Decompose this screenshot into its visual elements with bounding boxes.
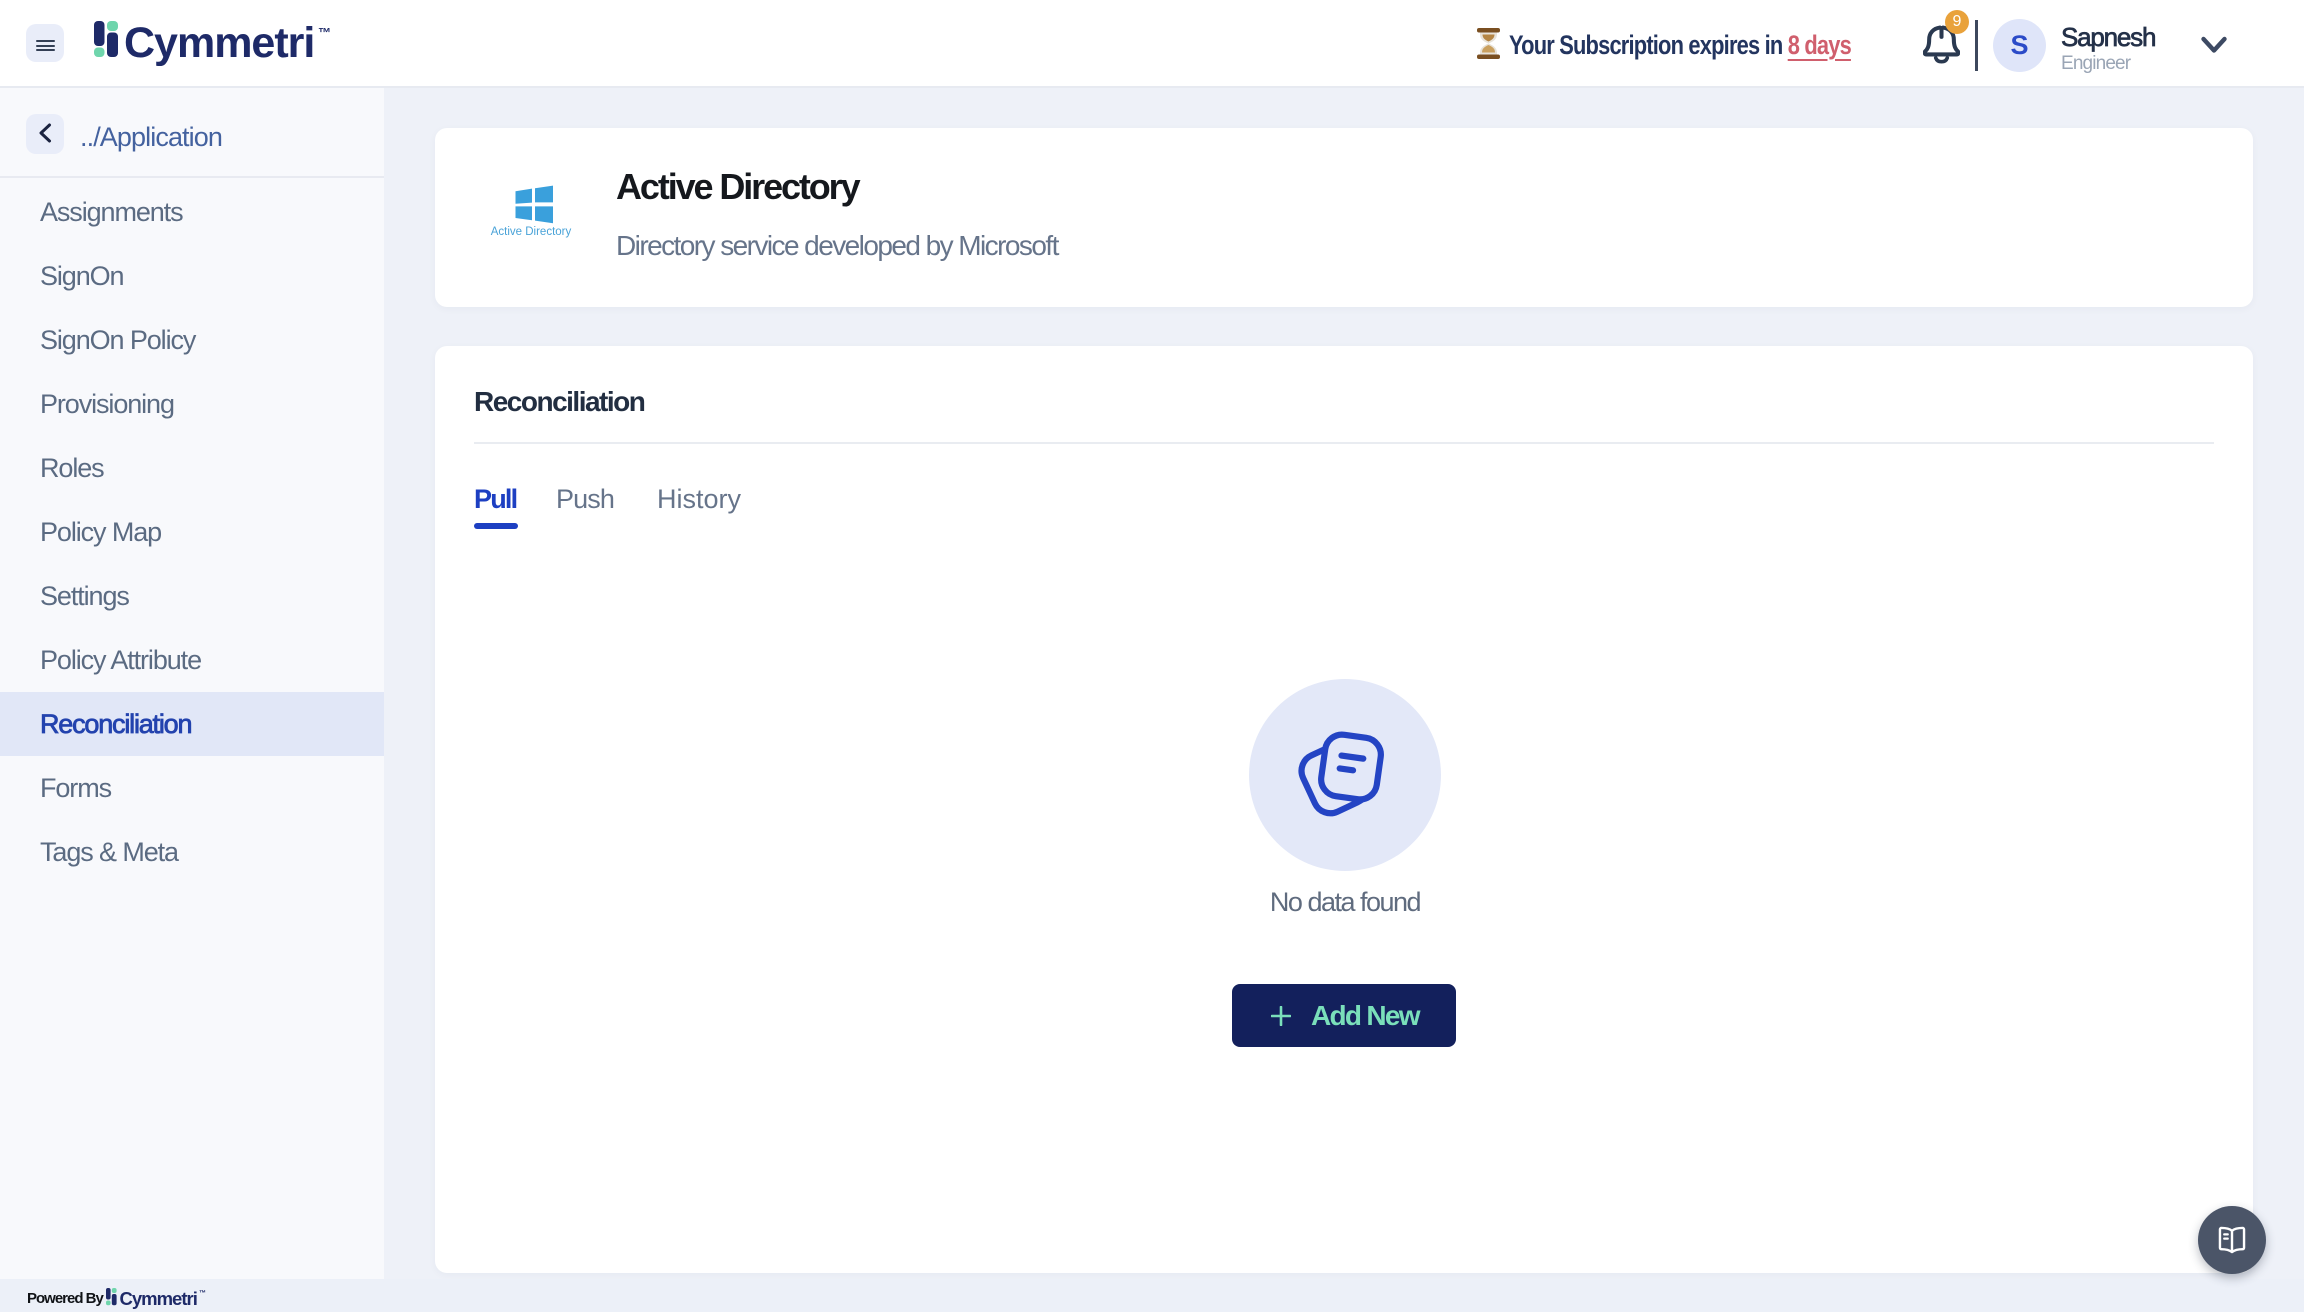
svg-text:Cymmetri: Cymmetri [120, 1288, 197, 1309]
svg-text:™: ™ [199, 1290, 206, 1297]
svg-text:Active Directory: Active Directory [491, 226, 572, 238]
